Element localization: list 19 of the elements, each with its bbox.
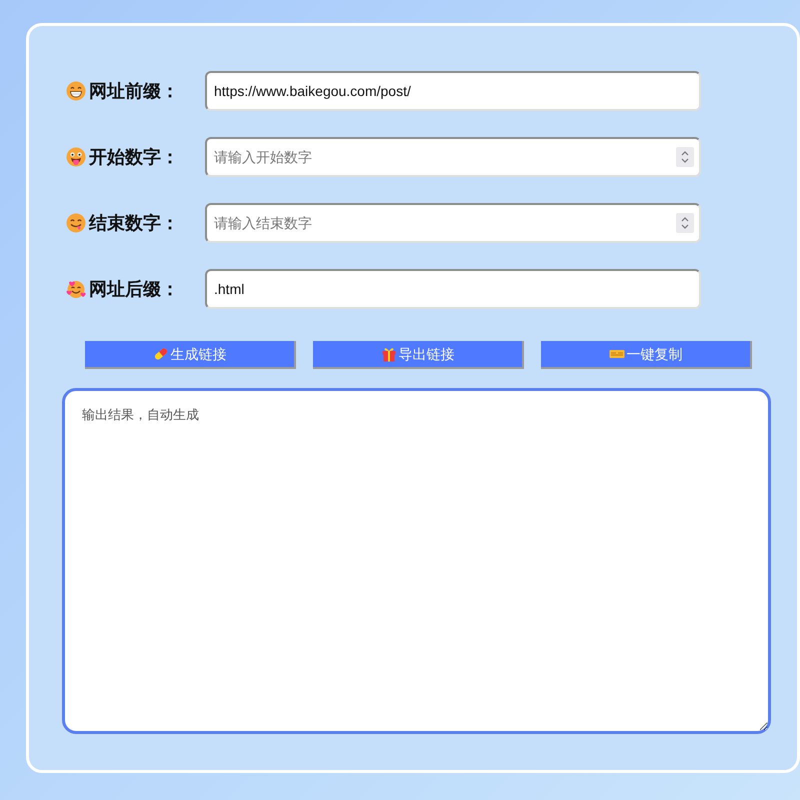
- number-field[interactable]: 请输入结束数字: [205, 203, 701, 243]
- gift-icon: [380, 346, 396, 362]
- spinner-icon[interactable]: [676, 147, 694, 167]
- grin-face-icon: [66, 81, 86, 101]
- spinner-icon[interactable]: [676, 213, 694, 233]
- output-textarea[interactable]: 输出结果，自动生成: [62, 388, 771, 734]
- tongue-face-icon: [66, 147, 86, 167]
- action-button[interactable]: 一键复制: [541, 341, 752, 369]
- field-label: 网址前缀：: [89, 80, 179, 104]
- field-label: 结束数字：: [89, 212, 179, 236]
- action-button[interactable]: 生成链接: [85, 341, 296, 369]
- text-field[interactable]: https://www.baikegou.com/post/: [205, 71, 701, 111]
- tongue-out-face-icon: [66, 213, 86, 233]
- hearts-face-icon: [66, 279, 86, 299]
- field-label: 网址后缀：: [89, 278, 179, 302]
- action-button[interactable]: 导出链接: [313, 341, 524, 369]
- number-field[interactable]: 请输入开始数字: [205, 137, 701, 177]
- text-field[interactable]: .html: [205, 269, 701, 309]
- field-label: 开始数字：: [89, 146, 179, 170]
